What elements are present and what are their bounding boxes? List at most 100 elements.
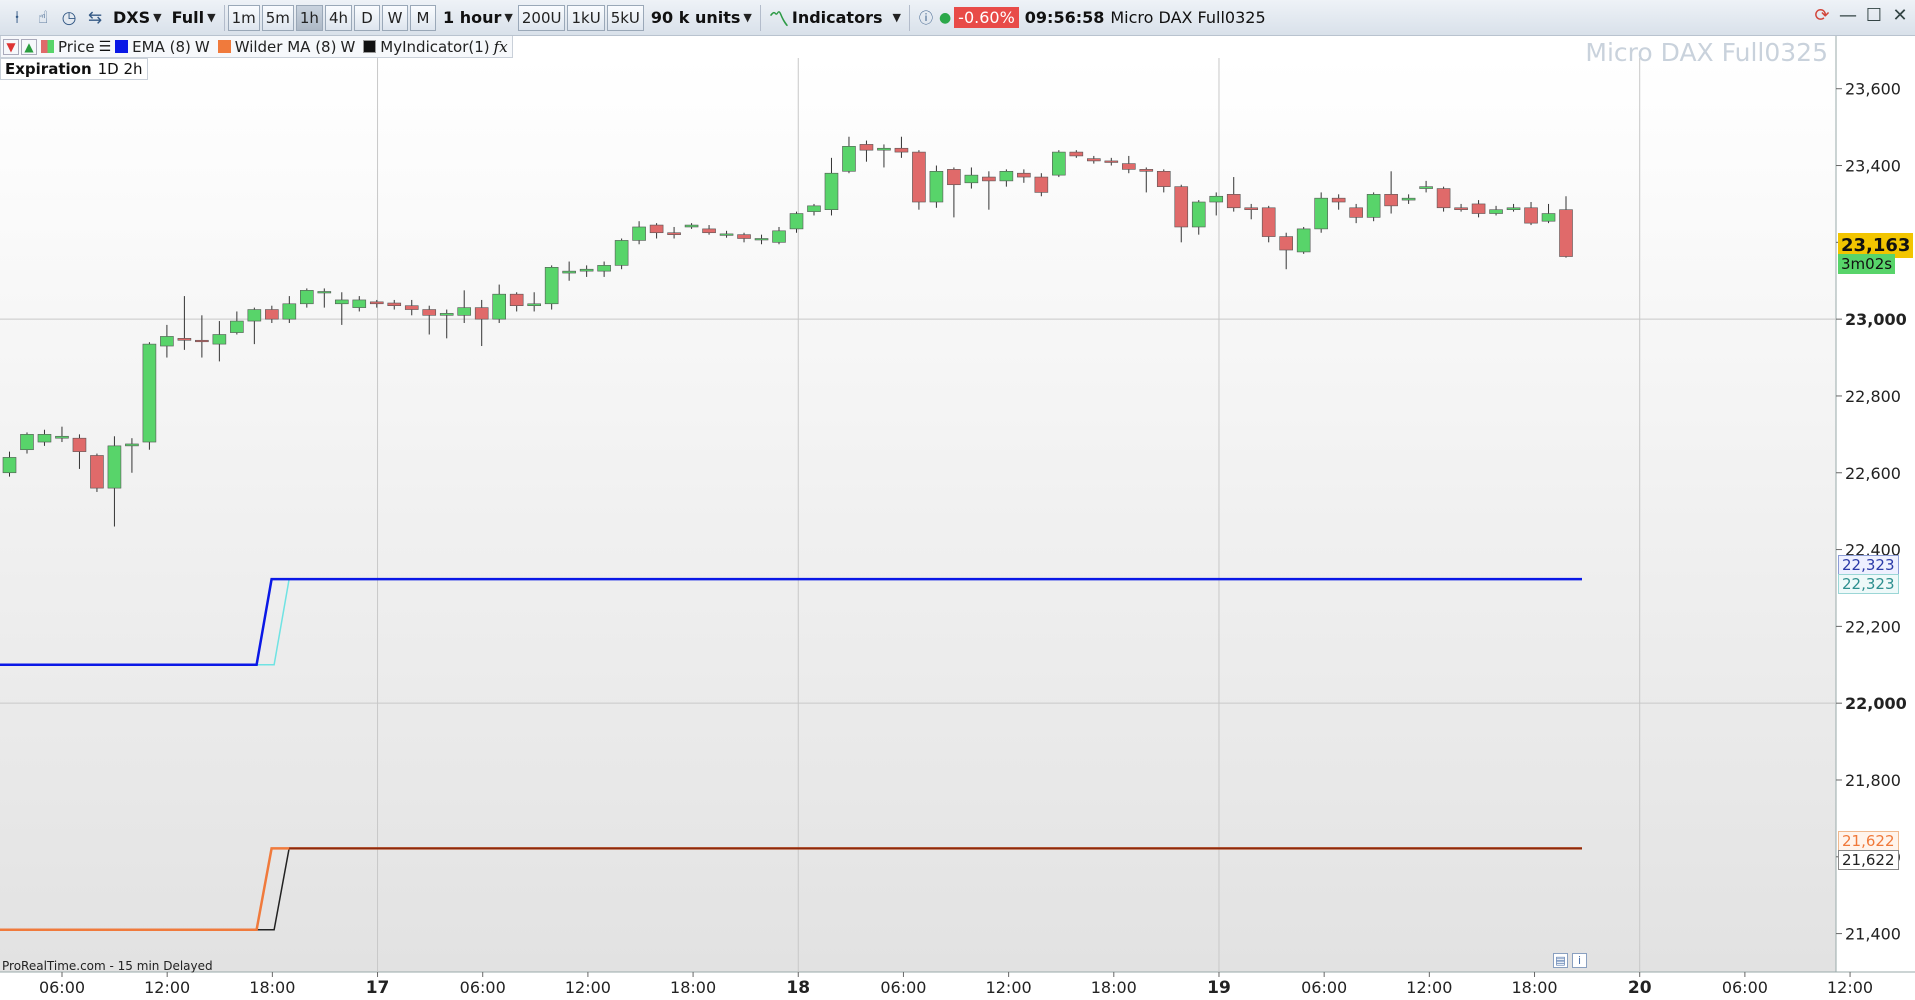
candle-body (55, 435, 69, 439)
candle-body (1559, 209, 1573, 257)
price-chart[interactable]: 23,60023,40023,20023,00022,80022,60022,4… (0, 0, 1915, 1000)
timeframe-button-1h[interactable]: 1h (295, 4, 323, 31)
legend-ema-label: EMA (8) (132, 37, 191, 56)
candle-body (877, 147, 891, 151)
candle-body (1052, 151, 1066, 176)
timeframe-button-1m[interactable]: 1m (227, 4, 260, 31)
legend-price-label: Price (58, 37, 95, 56)
timeframe-buttons: 1m 5m 1h 4h D W M (227, 4, 438, 31)
minimize-icon[interactable]: — (1837, 5, 1859, 26)
formula-fx-icon[interactable]: fx (494, 38, 508, 56)
timeframe-button-w[interactable]: W (382, 4, 409, 31)
candle-body (1209, 195, 1224, 203)
info-icon[interactable]: i (1572, 953, 1587, 968)
unit-button-1ku[interactable]: 1kU (567, 4, 605, 31)
document-icon[interactable]: ▤ (1553, 953, 1568, 968)
chevron-down-icon: ▼ (504, 11, 513, 24)
candle-body (2, 457, 17, 474)
candle-body (579, 268, 594, 272)
candle-body (684, 224, 699, 228)
cursor-icon[interactable]: ☝ (30, 5, 56, 31)
candle[interactable] (1052, 150, 1066, 178)
candle-body (1174, 186, 1189, 228)
maximize-icon[interactable]: ☐ (1863, 5, 1885, 26)
candle-body (1296, 228, 1311, 253)
candle-body (754, 238, 769, 241)
unit-button-5ku[interactable]: 5kU (606, 4, 644, 31)
expiration-label: Expiration (5, 60, 92, 78)
legend-item-wilder[interactable]: Wilder MA (8) W (214, 38, 360, 56)
y-axis-tick-label: 23,000 (1845, 310, 1907, 329)
refresh-icon[interactable]: ⟳ (1811, 5, 1833, 26)
compare-arrows-icon[interactable]: ⇆ (82, 5, 108, 31)
candle-body (334, 299, 349, 305)
timeframe-button-d[interactable]: D (354, 4, 381, 31)
x-axis-tick-label: 12:00 (565, 978, 611, 997)
candle-body (37, 434, 52, 443)
candle-body (177, 338, 192, 341)
period-dropdown[interactable]: 1 hour ▼ (438, 4, 518, 32)
symbol-dropdown[interactable]: DXS ▼ (108, 4, 167, 32)
timeframe-button-5m[interactable]: 5m (261, 4, 294, 31)
legend-item-ema[interactable]: EMA (8) W (111, 38, 214, 56)
sell-arrow-icon[interactable]: ▼ (3, 38, 19, 55)
info-icon[interactable]: ⓘ (913, 5, 939, 31)
indicators-dropdown[interactable]: ▼ (887, 4, 905, 32)
candle-body (1331, 197, 1346, 203)
candle[interactable] (614, 238, 629, 270)
expiration-value: 1D 2h (97, 60, 143, 78)
candle[interactable] (142, 342, 157, 450)
list-icon[interactable]: ☰ (99, 39, 112, 55)
clock-icon[interactable]: ◷ (56, 5, 82, 31)
legend-item-myindicator[interactable]: MyIndicator(1) (359, 38, 493, 56)
legend-myindicator-label: MyIndicator(1) (380, 37, 490, 56)
candle-body (737, 234, 751, 239)
close-icon[interactable]: ✕ (1889, 5, 1911, 26)
x-axis-tick-label: 12:00 (1827, 978, 1873, 997)
ema-secondary-value-tag: 22,323 (1838, 574, 1899, 594)
x-axis-tick-label: 18 (786, 978, 810, 998)
unit-button-200u[interactable]: 200U (517, 4, 566, 31)
indicators-label: Indicators (791, 8, 883, 27)
candle-body (230, 320, 244, 333)
candle-body (964, 174, 979, 184)
candle-body (1156, 170, 1171, 187)
candle[interactable] (912, 150, 926, 210)
x-axis-tick-label: 06:00 (880, 978, 926, 997)
legend-item-price[interactable]: Price (37, 38, 99, 56)
candle-body (614, 240, 629, 266)
candle[interactable] (1296, 226, 1311, 254)
chevron-down-icon: ▼ (207, 11, 216, 24)
candle-body (1541, 213, 1556, 222)
ema-swatch-icon (115, 40, 129, 53)
candle[interactable] (90, 453, 104, 492)
x-axis-tick-label: 19 (1207, 978, 1231, 998)
candle[interactable] (929, 165, 944, 208)
timeframe-button-4h[interactable]: 4h (324, 4, 353, 31)
buy-arrow-icon[interactable]: ▲ (21, 38, 37, 55)
candle-body (1524, 207, 1538, 224)
candle-body (1261, 207, 1276, 237)
candle-body (649, 224, 664, 234)
candle-body (1454, 207, 1468, 210)
indicators-button[interactable]: 〽 Indicators (764, 4, 888, 32)
toolbar-divider (908, 4, 910, 31)
candle[interactable] (1314, 192, 1328, 233)
candle-timer-tag: 3m02s (1838, 254, 1896, 274)
candle[interactable] (1261, 205, 1276, 243)
mode-dropdown[interactable]: Full ▼ (167, 4, 221, 32)
window-controls: ⟳ — ☐ ✕ (1811, 5, 1911, 26)
timeframe-button-m[interactable]: M (410, 4, 437, 31)
chart-type-icon[interactable]: ⍿ (4, 5, 30, 31)
candle-body (404, 305, 419, 310)
units-dropdown[interactable]: 90 k units ▼ (646, 4, 757, 32)
candle-body (597, 265, 611, 272)
candle-body (1384, 194, 1398, 207)
candle-body (1279, 236, 1293, 251)
candle[interactable] (1366, 192, 1381, 222)
main-toolbar: ⍿ ☝ ◷ ⇆ DXS ▼ Full ▼ 1m 5m 1h 4h D W M 1 hour ▼ 2… (0, 0, 1915, 36)
y-axis-tick-label: 22,000 (1845, 694, 1907, 713)
wilder-value-tag: 21,622 (1838, 831, 1899, 851)
candle[interactable] (544, 265, 559, 310)
candle[interactable] (1436, 186, 1451, 212)
